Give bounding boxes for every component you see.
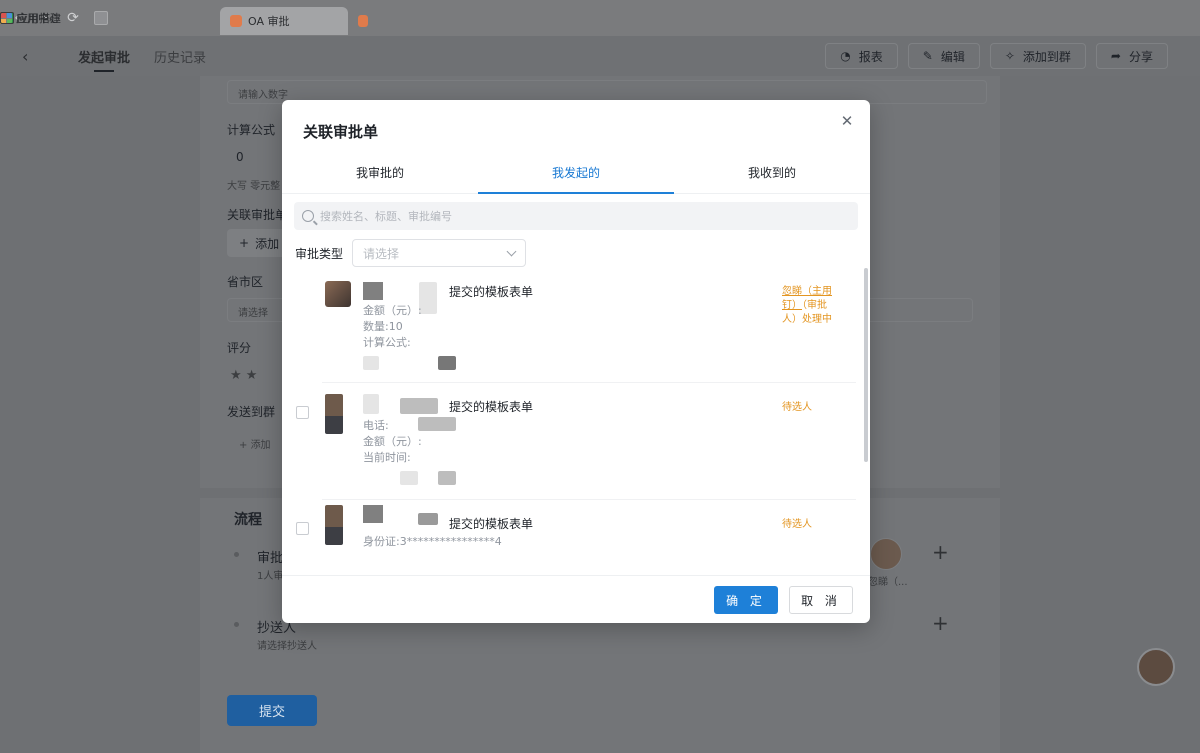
approval-type-placeholder: 请选择 (363, 246, 400, 261)
blurred-text (400, 471, 418, 485)
confirm-button[interactable]: 确 定 (714, 586, 778, 614)
add-to-group-label: 添加到群 (1022, 49, 1071, 64)
item-field: 数量:10 (363, 320, 403, 333)
tab-i-approved[interactable]: 我审批的 (282, 158, 478, 193)
approver-name: 忽睇（... (868, 577, 908, 588)
related-approval-label: 关联审批单 (227, 208, 288, 222)
avatar (325, 505, 343, 545)
status-badge: 待选人 (782, 402, 812, 413)
flow-dot (234, 622, 239, 627)
modal-footer: 确 定 取 消 (282, 575, 870, 623)
blurred-name (363, 282, 383, 300)
plus-icon: + (239, 236, 250, 250)
blurred-text (400, 398, 438, 414)
calc-value: 0 (236, 150, 244, 164)
modal-title: 关联审批单 (303, 123, 379, 141)
avatar (325, 394, 343, 434)
item-field: 计算公式: (363, 336, 411, 349)
send-group-label: 发送到群 (227, 405, 276, 419)
add-approver-icon[interactable]: + (932, 540, 949, 564)
blurred-text (363, 356, 379, 370)
avatar (325, 281, 351, 307)
close-icon[interactable]: ✕ (838, 112, 856, 130)
list-scrollbar[interactable] (864, 268, 868, 462)
back-icon[interactable]: ‹ (22, 47, 42, 66)
edit-button[interactable]: ✎ 编辑 (907, 43, 980, 69)
item-field: 身份证:3****************4 (363, 535, 502, 548)
blurred-text (363, 394, 379, 414)
report-button[interactable]: ◔ 报表 (825, 43, 898, 69)
add-to-group-button[interactable]: ✧ 添加到群 (989, 43, 1086, 69)
item-title: 提交的模板表单 (449, 400, 534, 414)
flow-title: 流程 (234, 512, 262, 528)
item-checkbox[interactable] (296, 406, 309, 419)
cancel-button[interactable]: 取 消 (789, 586, 853, 614)
send-group-add-label: 添加 (250, 440, 271, 451)
share-button[interactable]: ➦ 分享 (1095, 43, 1168, 69)
assistant-avatar[interactable] (1137, 648, 1175, 686)
send-group-add[interactable]: + 添加 (239, 436, 271, 451)
rating-label: 评分 (227, 341, 252, 355)
uppercase-hint: 大写 零元整 (227, 181, 281, 192)
blurred-text (418, 513, 438, 525)
approval-type-label: 审批类型 (295, 247, 344, 261)
related-approval-modal: 关联审批单 ✕ 我审批的 我发起的 我收到的 搜索姓名、标题、审批编号 审批类型… (282, 100, 870, 623)
status-badge: 待选人 (782, 519, 812, 530)
blurred-text (438, 471, 456, 485)
item-title: 提交的模板表单 (449, 517, 534, 531)
blurred-text (438, 356, 456, 370)
blurred-text (418, 417, 456, 431)
browser-chrome: ‹ › ⟳ OA 审批 应用中心 应用搭建 (0, 0, 1200, 36)
app-header: ‹ 发起审批 历史记录 ◔ 报表 ✎ 编辑 ✧ 添加到群 ➦ 分享 (0, 36, 1200, 76)
modal-tabs: 我审批的 我发起的 我收到的 (282, 158, 870, 194)
province-label: 省市区 (227, 275, 264, 289)
tab-start-approval[interactable]: 发起审批 (78, 36, 130, 76)
calc-label: 计算公式 (227, 123, 276, 137)
province-placeholder: 请选择 (238, 308, 268, 319)
list-item[interactable]: 提交的模板表单 电话: 金额（元）: 当前时间: 待选人 (282, 383, 856, 499)
report-label: 报表 (858, 49, 883, 64)
item-field: 金额（元）: (363, 435, 422, 448)
chevron-down-icon (506, 246, 517, 256)
number-input-placeholder: 请输入数字 (238, 90, 288, 101)
approver-avatar (870, 538, 902, 570)
search-icon (302, 210, 314, 222)
tab-i-received[interactable]: 我收到的 (674, 158, 870, 193)
flow-dot (234, 552, 239, 557)
report-icon: ◔ (840, 49, 851, 63)
item-checkbox[interactable] (296, 522, 309, 535)
search-input[interactable]: 搜索姓名、标题、审批编号 (294, 202, 858, 230)
blurred-name (363, 505, 383, 523)
related-add-label: 添加 (255, 236, 280, 251)
tab-i-initiated[interactable]: 我发起的 (478, 158, 674, 194)
status-badge: 忽睇（主用钉）（审批人）处理中 (782, 285, 840, 327)
share-window-button[interactable] (0, 12, 574, 24)
share-icon: ➦ (1110, 49, 1121, 63)
item-title: 提交的模板表单 (449, 285, 534, 299)
pin-icon: ✧ (1004, 49, 1015, 63)
submit-button[interactable]: 提交 (227, 695, 317, 726)
search-placeholder: 搜索姓名、标题、审批编号 (320, 210, 452, 223)
list-item[interactable]: 提交的模板表单 身份证:3****************4 待选人 (282, 500, 856, 576)
approval-list: 提交的模板表单 金额（元）: 数量:10 计算公式: 忽睇（主用钉）（审批人）处… (282, 272, 870, 576)
list-item[interactable]: 提交的模板表单 金额（元）: 数量:10 计算公式: 忽睇（主用钉）（审批人）处… (282, 272, 856, 382)
tab-history[interactable]: 历史记录 (154, 36, 206, 76)
share-window-icon (0, 12, 14, 24)
approval-type-select[interactable]: 请选择 (352, 239, 526, 267)
edit-label: 编辑 (940, 49, 965, 64)
share-label: 分享 (1128, 49, 1153, 64)
edit-icon: ✎ (922, 49, 933, 63)
add-cc-icon[interactable]: + (932, 611, 949, 635)
item-field: 金额（元）: (363, 304, 422, 317)
item-field: 当前时间: (363, 451, 411, 464)
rating-stars[interactable]: ★ ★ (230, 368, 257, 383)
item-field: 电话: (363, 419, 389, 432)
cc-sub: 请选择抄送人 (257, 641, 317, 652)
